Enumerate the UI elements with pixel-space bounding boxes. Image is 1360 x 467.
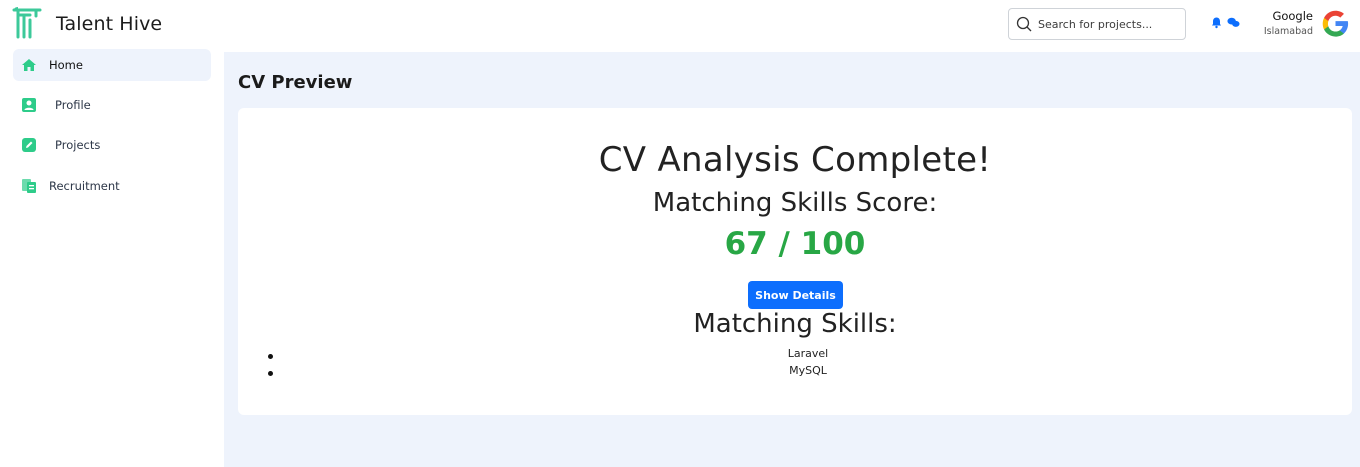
skills-list: Laravel MySQL xyxy=(268,347,1348,381)
main-content: CV Preview CV Analysis Complete! Matchin… xyxy=(224,52,1360,467)
search-input[interactable] xyxy=(1038,17,1178,31)
show-details-button[interactable]: Show Details xyxy=(748,281,843,309)
search-box[interactable] xyxy=(1008,8,1186,40)
sidebar-item-recruitment[interactable]: Recruitment xyxy=(13,170,211,202)
cv-analysis-card: CV Analysis Complete! Matching Skills Sc… xyxy=(238,108,1352,415)
sidebar-item-home[interactable]: Home xyxy=(13,49,211,81)
skill-label: Laravel xyxy=(787,347,829,360)
google-avatar-icon[interactable] xyxy=(1320,8,1351,39)
sidebar-item-label: Projects xyxy=(55,138,101,152)
profile-icon xyxy=(22,98,36,112)
recruitment-icon xyxy=(22,179,36,193)
search-icon xyxy=(1016,16,1032,32)
skills-heading: Matching Skills: xyxy=(693,309,897,339)
skill-label: MySQL xyxy=(789,364,827,377)
talent-hive-logo xyxy=(12,7,42,39)
user-name: Google xyxy=(1272,9,1313,23)
chat-icon[interactable] xyxy=(1227,16,1240,29)
sidebar-item-profile[interactable]: Profile xyxy=(13,89,211,121)
home-icon xyxy=(22,59,36,71)
user-info[interactable]: Google Islamabad xyxy=(1264,9,1313,37)
top-bar: Talent Hive Google Islamabad xyxy=(0,0,1360,48)
edit-icon xyxy=(22,138,36,152)
score-label: Matching Skills Score: xyxy=(652,188,938,218)
user-location: Islamabad xyxy=(1263,26,1313,37)
list-item: Laravel xyxy=(268,347,1348,364)
bell-icon[interactable] xyxy=(1210,16,1223,29)
sidebar-item-label: Recruitment xyxy=(49,179,120,193)
sidebar-item-label: Home xyxy=(49,58,83,72)
sidebar-item-label: Profile xyxy=(55,98,91,112)
header-actions xyxy=(1210,16,1240,29)
list-item: MySQL xyxy=(268,364,1348,381)
app-name: Talent Hive xyxy=(56,13,163,35)
sidebar: Home Profile Projects Recruitment xyxy=(0,48,224,467)
analysis-heading: CV Analysis Complete! xyxy=(598,140,992,180)
page-title: CV Preview xyxy=(238,72,353,93)
sidebar-item-projects[interactable]: Projects xyxy=(13,129,211,161)
score-value: 67 / 100 xyxy=(724,226,866,262)
brand[interactable]: Talent Hive xyxy=(12,7,162,41)
